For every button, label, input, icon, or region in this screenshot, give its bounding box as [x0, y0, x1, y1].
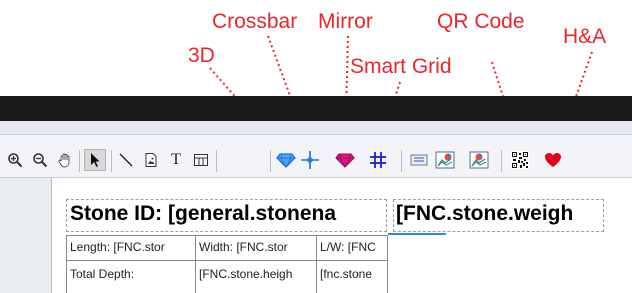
table-border — [387, 235, 388, 293]
window-title-bar — [0, 96, 632, 121]
3d-diamond-icon[interactable] — [275, 149, 297, 171]
toolbar-separator — [111, 150, 112, 172]
left-panel — [0, 178, 52, 293]
text-cursor — [388, 233, 446, 235]
heart-icon[interactable] — [542, 149, 564, 171]
annotation-3d: 3D — [188, 44, 215, 67]
toolbar-separator — [401, 150, 402, 172]
table-cell[interactable]: Total Depth: — [67, 264, 195, 284]
design-canvas[interactable]: Stone ID: [general.stonena [FNC.stone.we… — [53, 178, 632, 293]
title-right-text: [FNC.stone.weigh — [396, 202, 574, 225]
table-cell[interactable]: [FNC.stone.heigh — [196, 264, 316, 284]
mirror-diamond-icon[interactable] — [334, 149, 356, 171]
toolbar-separator — [501, 150, 502, 172]
toolbar-separator — [270, 150, 271, 172]
toolbar: T — [0, 135, 632, 178]
image-icon[interactable] — [140, 149, 162, 171]
text-icon[interactable]: T — [165, 149, 187, 171]
title-left-text: Stone ID: [general.stonena — [70, 202, 337, 225]
line-icon[interactable] — [115, 149, 137, 171]
annotation-smart-grid: Smart Grid — [350, 55, 452, 78]
menu-strip — [0, 121, 632, 135]
table-icon[interactable] — [190, 149, 212, 171]
select-arrow-icon[interactable] — [84, 149, 106, 171]
toolbar-separator — [216, 150, 217, 172]
pan-hand-icon[interactable] — [54, 149, 76, 171]
table-border — [66, 260, 387, 261]
table-cell[interactable]: Width: [FNC.stor — [196, 237, 316, 257]
zoom-in-icon[interactable] — [4, 149, 26, 171]
table-cell[interactable]: [fnc.stone — [317, 264, 387, 284]
zoom-out-icon[interactable] — [29, 149, 51, 171]
barcode-icon[interactable] — [408, 149, 430, 171]
annotation-h-and-a: H&A — [563, 25, 607, 48]
table-cell[interactable]: L/W: [FNC — [317, 237, 387, 257]
chart-2-icon[interactable] — [468, 149, 490, 171]
annotation-mirror: Mirror — [318, 10, 373, 33]
text-tool-glyph: T — [171, 151, 181, 168]
crossbar-icon[interactable] — [299, 149, 321, 171]
annotation-qr-code: QR Code — [437, 10, 525, 33]
table-border — [66, 235, 387, 236]
smart-grid-icon[interactable] — [367, 149, 389, 171]
table-cell[interactable]: Length: [FNC.stor — [67, 237, 195, 257]
toolbar-separator — [79, 150, 80, 172]
annotation-crossbar: Crossbar — [212, 10, 298, 33]
qr-code-icon[interactable] — [509, 149, 531, 171]
chart-icon[interactable] — [434, 149, 456, 171]
